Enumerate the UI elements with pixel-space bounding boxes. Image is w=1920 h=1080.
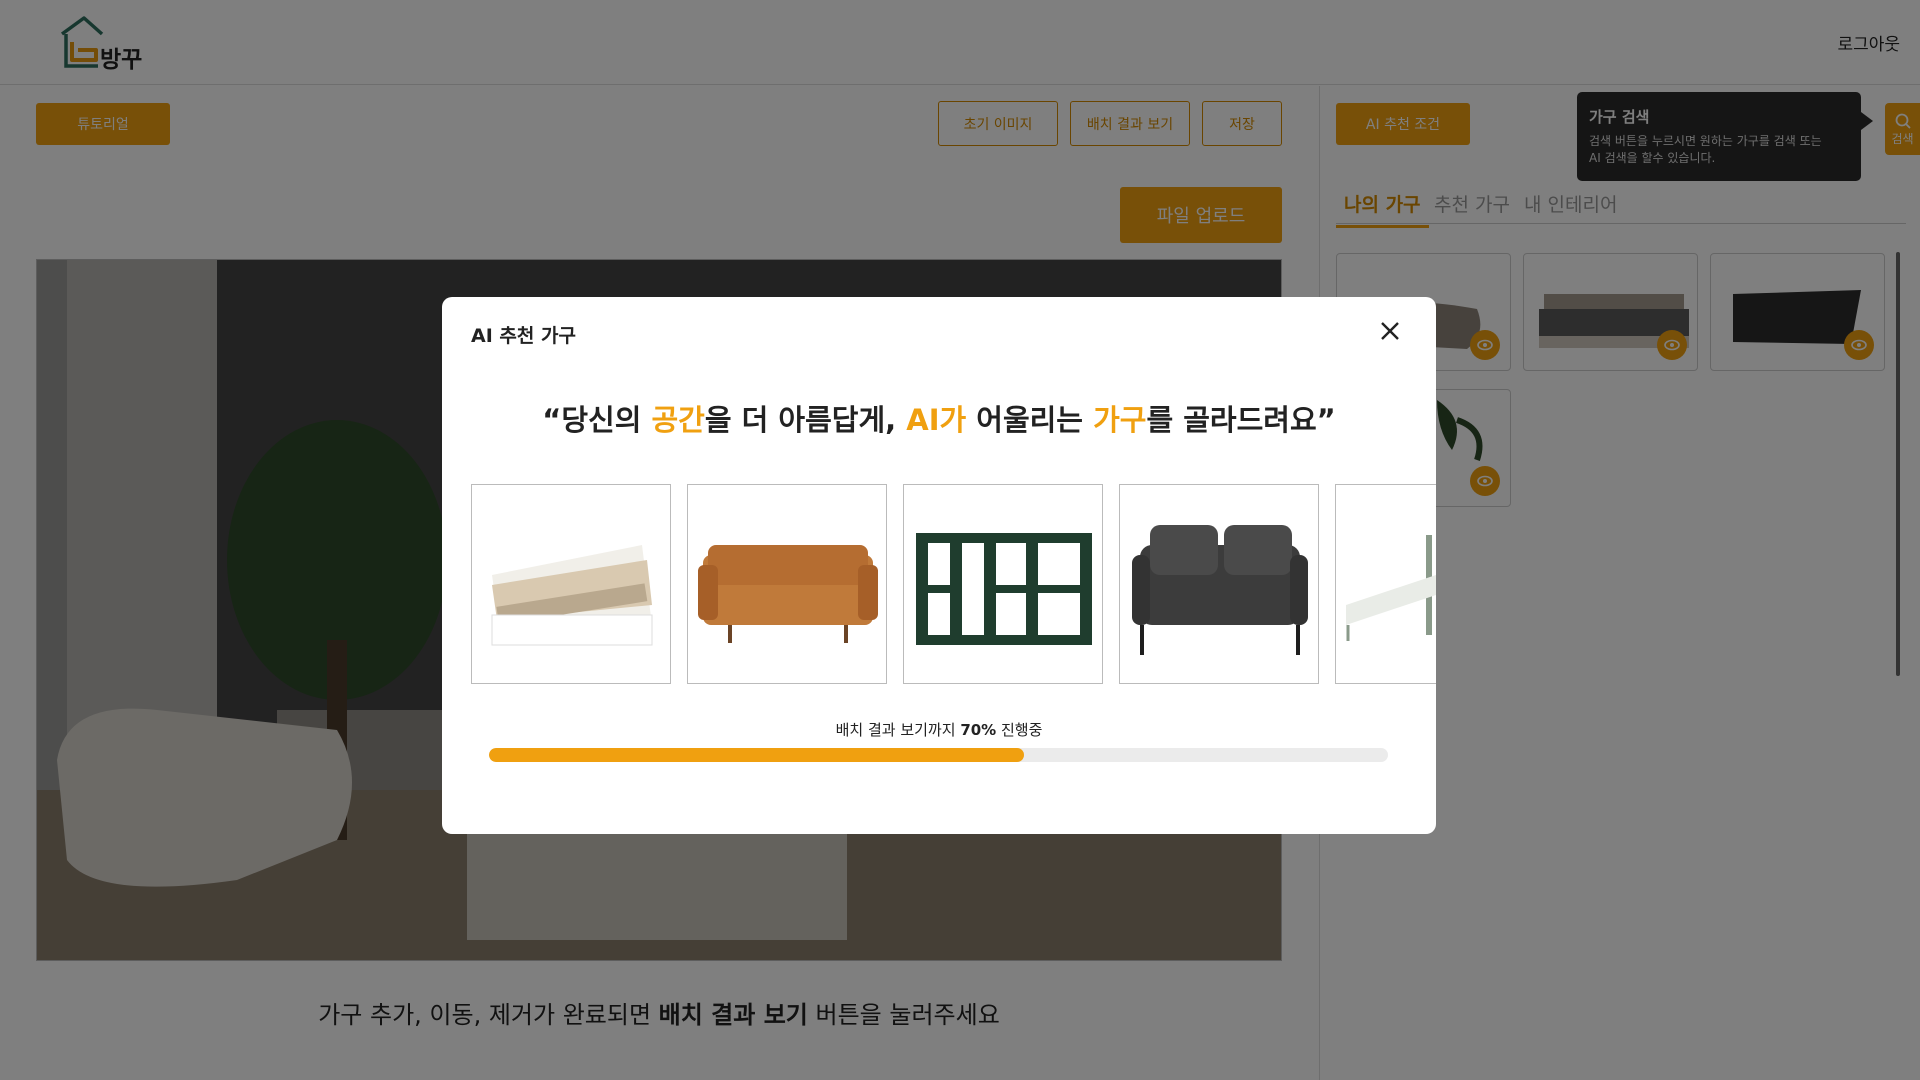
product-card[interactable]	[687, 484, 887, 684]
close-icon[interactable]	[1376, 317, 1404, 345]
product-card[interactable]	[903, 484, 1103, 684]
modal-title: AI 추천 가구	[471, 325, 576, 347]
recommended-products	[471, 484, 1436, 684]
product-card[interactable]	[1119, 484, 1319, 684]
bed-frame-icon	[1346, 535, 1436, 641]
sofa-icon	[698, 545, 878, 643]
progress-bar	[489, 748, 1388, 762]
modal-headline: “당신의 공간을 더 아름답게, AI가 어울리는 가구를 골라드려요”	[542, 403, 1336, 437]
shelf-icon	[916, 533, 1092, 645]
progress-fill	[489, 748, 1024, 762]
bed-icon	[491, 545, 653, 646]
progress-label: 배치 결과 보기까지 70% 진행중	[835, 721, 1043, 739]
ai-recommend-modal: AI 추천 가구 “당신의 공간을 더 아름답게, AI가 어울리는 가구를 골…	[442, 297, 1436, 834]
product-card[interactable]	[471, 484, 671, 684]
product-card[interactable]	[1335, 484, 1436, 684]
loveseat-icon	[1132, 525, 1308, 655]
